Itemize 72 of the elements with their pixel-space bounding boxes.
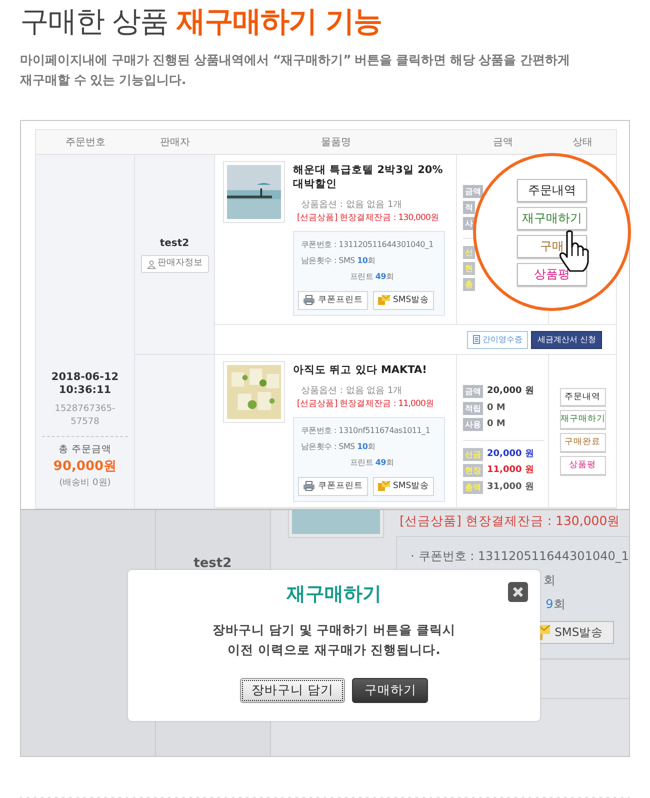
shipping-fee: (배송비 0원) — [59, 476, 111, 490]
remaining-count: 남은횟수 : SMS 10회 — [300, 255, 376, 267]
close-icon[interactable] — [508, 582, 528, 602]
sms-send-button[interactable]: SMS발송 — [373, 477, 434, 496]
balance-text: [선금상품] 현장결제잔금 : 130,000원 — [400, 512, 620, 530]
tax-invoice-button[interactable]: 세금계산서 신청 — [531, 330, 602, 348]
total-label: 총 주문금액 — [58, 442, 112, 457]
count-unit: 회 — [544, 573, 556, 587]
column-header: 상태 — [549, 130, 616, 155]
print-count: 프린트 49회 — [349, 271, 395, 283]
amount-value: 20,000 원 — [487, 448, 534, 460]
column-header: 금액 — [457, 130, 549, 155]
amount-label: 총액 — [463, 480, 483, 494]
balance-text: [선금상품] 현장결제잔금 : 11,000원 — [296, 398, 436, 411]
amount-value: 31,000 원 — [487, 480, 534, 494]
amount-label: 선 — [463, 246, 475, 259]
status-button[interactable]: 주문내역 — [517, 178, 587, 202]
status-button[interactable]: 구매완료 — [560, 433, 606, 452]
envelope-icon — [378, 295, 390, 306]
amount-value: 0 M — [487, 402, 506, 414]
column-header: 물품명 — [215, 130, 457, 155]
total-amount: 90,000원 — [53, 458, 117, 476]
amount-value: 0 M — [487, 418, 506, 431]
status-button[interactable]: 재구매하기 — [517, 206, 587, 230]
coupon-number: 쿠폰번호 : 1310nf511674as1011_1 — [300, 425, 431, 437]
print-count: 9회 — [546, 597, 566, 611]
amount-label: 현장 — [463, 464, 483, 478]
page-title: 구매한 상품 — [20, 4, 168, 38]
dialog-title: 재구매하기 — [286, 582, 382, 606]
amount-label: 금액 — [463, 385, 483, 398]
seller-name: test2 — [194, 555, 232, 573]
printer-icon — [303, 295, 315, 306]
amount-label: 총 — [463, 278, 475, 291]
product-option: 상품옵션 : 없음 없음 1개 — [293, 385, 445, 398]
person-icon — [146, 260, 156, 268]
coupon-number: 쿠폰번호 : 131120511644301040_1 — [300, 239, 434, 251]
coupon-print-button[interactable]: 쿠폰프린트 — [298, 477, 368, 496]
amount-label: 사용 — [463, 418, 483, 432]
balance-text: [선금상품] 현장결제잔금 : 130,000원 — [296, 212, 440, 225]
order-date: 2018-06-12 10:36:11 — [51, 370, 119, 397]
amount-label: 금액 — [463, 185, 483, 198]
seller-name: test2 — [160, 237, 190, 252]
dialog-message: 장바구니 담기 및 구매하기 버튼을 클릭시 이전 이력으로 재구매가 진행됩니다. — [212, 621, 456, 659]
printer-icon — [303, 481, 315, 492]
amount-label: 현 — [463, 262, 475, 275]
sms-send-button[interactable]: SMS발송 — [373, 291, 434, 310]
print-count: 프린트 49회 — [349, 457, 395, 469]
status-button[interactable]: 주문내역 — [560, 388, 606, 406]
status-button[interactable]: 상품평 — [560, 456, 606, 474]
buy-button[interactable]: 구매하기 — [352, 678, 428, 703]
column-header: 주문번호 — [36, 130, 135, 155]
product-option: 상품옵션 : 없음 없음 1개 — [293, 199, 448, 212]
receipt-button[interactable]: 간이영수증 — [467, 330, 528, 348]
amount-value: 20,000 원 — [487, 385, 534, 398]
receipt-icon — [473, 335, 480, 344]
amount-label: 선금 — [463, 448, 483, 461]
description: 마이페이지내에 구매가 진행된 상품내역에서 “재구매하기” 버튼을 클릭하면 해당 상품을 간편하게 재구매할 수 있는 기능입니다. — [20, 51, 572, 89]
envelope-icon — [378, 481, 390, 492]
amount-value: 11,000 원 — [487, 464, 534, 477]
column-header: 판매자 — [135, 130, 215, 155]
cart-button[interactable]: 장바구니 담기 — [240, 678, 346, 703]
page-title-highlight: 재구매하기 기능 — [176, 4, 382, 38]
product-name: 해운대 특급호텔 2박3일 20% 대박할인 — [293, 163, 444, 191]
coupon-number: · 쿠폰번호 : 131120511644301040_1 — [410, 548, 629, 565]
product-name: 아직도 뛰고 있다 MAKTA! — [293, 363, 428, 377]
seller-info-button[interactable]: 판매자정보 — [140, 255, 208, 273]
coupon-print-button[interactable]: 쿠폰프린트 — [298, 291, 368, 310]
order-number: 1528767365-57578 — [42, 402, 128, 437]
amount-label: 적립 — [463, 402, 483, 415]
amount-label: 적 — [463, 201, 475, 214]
status-button[interactable]: 재구매하기 — [560, 410, 606, 429]
remaining-count: 남은횟수 : SMS 10회 — [300, 441, 376, 453]
